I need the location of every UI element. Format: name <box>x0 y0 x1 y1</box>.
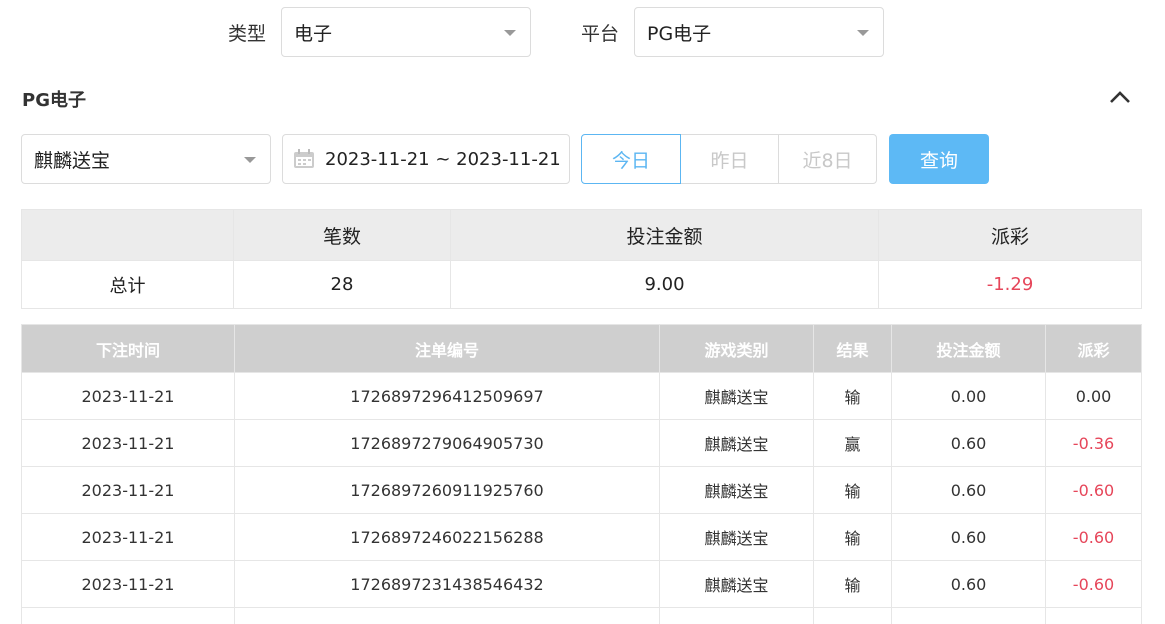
summary-total-bet: 9.00 <box>450 260 879 309</box>
cell-game-type: 麒麟送宝 <box>659 513 814 561</box>
header-bet-amount: 投注金额 <box>891 324 1046 373</box>
table-row: 2023-11-21 1726897260911925760 麒麟送宝 输 0.… <box>21 466 1142 514</box>
caret-down-icon <box>857 30 869 36</box>
cell-payout: 0.00 <box>1045 372 1142 420</box>
cell-bet-time <box>21 607 235 624</box>
header-game-type: 游戏类别 <box>659 324 814 373</box>
calendar-icon <box>294 149 314 168</box>
cell-bet-time: 2023-11-21 <box>21 466 235 514</box>
summary-header-blank <box>21 209 234 261</box>
cell-game-type: 麒麟送宝 <box>659 560 814 608</box>
cell-bet-amount: 0.60 <box>891 560 1046 608</box>
cell-result: 输 <box>813 560 892 608</box>
cell-result: 输 <box>813 513 892 561</box>
quick-date-today[interactable]: 今日 <box>581 134 681 184</box>
game-select-value: 麒麟送宝 <box>34 149 111 172</box>
cell-game-type: 麒麟送宝 <box>659 466 814 514</box>
cell-order-no: 1726897296412509697 <box>234 372 660 420</box>
type-label: 类型 <box>228 23 267 45</box>
cell-payout: -0.60 <box>1045 560 1142 608</box>
table-row: 2023-11-21 1726897279064905730 麒麟送宝 赢 0.… <box>21 419 1142 467</box>
quick-date-yesterday[interactable]: 昨日 <box>680 134 779 184</box>
summary-header-row: 笔数 投注金额 派彩 <box>21 209 1142 261</box>
summary-total-payout: -1.29 <box>878 260 1142 309</box>
caret-down-icon <box>504 30 516 36</box>
cell-bet-time: 2023-11-21 <box>21 560 235 608</box>
platform-select-value: PG电子 <box>647 22 712 45</box>
chevron-up-icon[interactable] <box>1108 88 1132 106</box>
table-row: 2023-11-21 1726897246022156288 麒麟送宝 输 0.… <box>21 513 1142 561</box>
type-select[interactable]: 电子 <box>281 7 531 57</box>
detail-header-row: 下注时间 注单编号 游戏类别 结果 投注金额 派彩 <box>21 324 1142 373</box>
summary-total-label: 总计 <box>21 260 234 309</box>
summary-total-row: 总计 28 9.00 -1.29 <box>21 260 1142 309</box>
header-order-no: 注单编号 <box>234 324 660 373</box>
table-row: 2023-11-21 1726897296412509697 麒麟送宝 输 0.… <box>21 372 1142 420</box>
cell-result: 输 <box>813 607 892 624</box>
cell-order-no: 1726897279064905730 <box>234 419 660 467</box>
cell-bet-amount: 0.60 <box>891 419 1046 467</box>
platform-select[interactable]: PG电子 <box>634 7 884 57</box>
cell-order-no: 1726897246022156288 <box>234 513 660 561</box>
summary-header-count: 笔数 <box>233 209 451 261</box>
summary-total-count: 28 <box>233 260 451 309</box>
game-select[interactable]: 麒麟送宝 <box>21 134 271 184</box>
cell-order-no: 1726897260911925760 <box>234 466 660 514</box>
date-range-picker[interactable]: 2023-11-21 ~ 2023-11-21 <box>282 134 570 184</box>
platform-label: 平台 <box>581 23 620 45</box>
header-payout: 派彩 <box>1045 324 1142 373</box>
caret-down-icon <box>244 157 256 163</box>
cell-payout: -0.60 <box>1045 513 1142 561</box>
cell-result: 赢 <box>813 419 892 467</box>
cell-order-no <box>234 607 660 624</box>
cell-game-type: 麒麟送宝 <box>659 372 814 420</box>
query-button[interactable]: 查询 <box>889 134 989 184</box>
cell-payout: -0.36 <box>1045 419 1142 467</box>
type-select-value: 电子 <box>294 22 333 45</box>
summary-table: 笔数 投注金额 派彩 总计 28 9.00 -1.29 <box>21 209 1142 309</box>
header-bet-time: 下注时间 <box>21 324 235 373</box>
bet-detail-table: 下注时间 注单编号 游戏类别 结果 投注金额 派彩 2023-11-21 172… <box>21 324 1142 624</box>
summary-header-payout: 派彩 <box>878 209 1142 261</box>
cell-bet-time: 2023-11-21 <box>21 372 235 420</box>
cell-payout: -0.60 <box>1045 466 1142 514</box>
header-result: 结果 <box>813 324 892 373</box>
cell-game-type: 麒麟送宝 <box>659 607 814 624</box>
cell-order-no: 1726897231438546432 <box>234 560 660 608</box>
table-row: 麒麟送宝 输 <box>21 607 1142 624</box>
cell-bet-amount: 0.60 <box>891 513 1046 561</box>
cell-game-type: 麒麟送宝 <box>659 419 814 467</box>
cell-bet-time: 2023-11-21 <box>21 513 235 561</box>
date-range-text: 2023-11-21 ~ 2023-11-21 <box>325 148 561 170</box>
cell-bet-time: 2023-11-21 <box>21 419 235 467</box>
table-row: 2023-11-21 1726897231438546432 麒麟送宝 输 0.… <box>21 560 1142 608</box>
cell-result: 输 <box>813 372 892 420</box>
summary-header-bet: 投注金额 <box>450 209 879 261</box>
cell-bet-amount <box>891 607 1046 624</box>
cell-bet-amount: 0.60 <box>891 466 1046 514</box>
cell-result: 输 <box>813 466 892 514</box>
quick-date-last-8-days[interactable]: 近8日 <box>778 134 877 184</box>
cell-payout <box>1045 607 1142 624</box>
section-title: PG电子 <box>22 90 86 111</box>
cell-bet-amount: 0.00 <box>891 372 1046 420</box>
